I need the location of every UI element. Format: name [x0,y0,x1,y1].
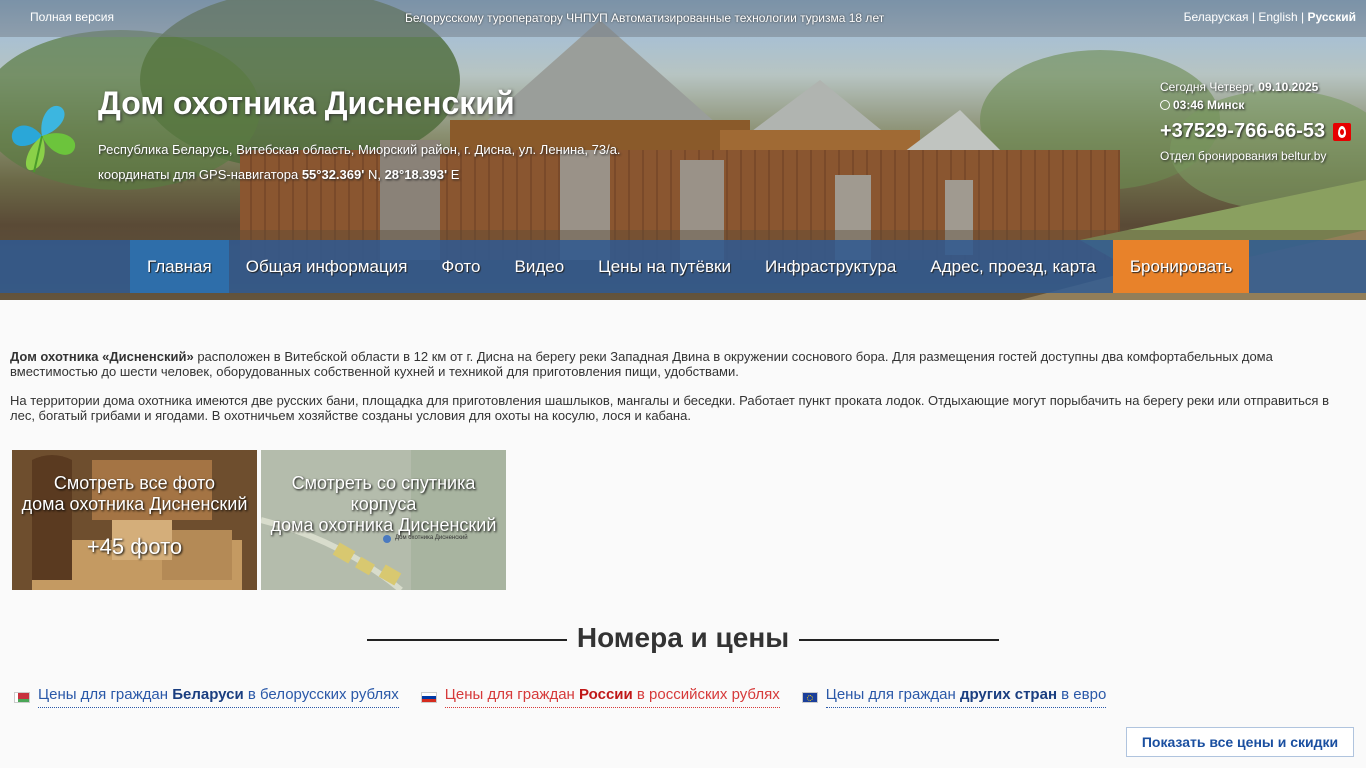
satellite-tile[interactable]: Смотреть со спутника корпуса дома охотни… [261,450,506,590]
eu-flag-icon [801,691,818,703]
top-bar: Полная версия Белорусскому туроператору … [0,0,1366,37]
intro-text: Дом охотника «Дисненский» расположен в В… [10,349,1356,437]
lang-ru-current: Русский [1307,10,1357,24]
photos-tile-text: Смотреть все фото дома охотника Дисненск… [21,473,248,514]
clock-icon [1160,100,1170,110]
nav-infrastructure[interactable]: Инфраструктура [748,240,913,293]
gps-lon: 28°18.393' [384,167,448,182]
russia-flag-icon [420,691,437,703]
lang-by-link[interactable]: Беларуская [1184,10,1249,24]
map-pin-label: Дом охотника Дисненский [395,535,468,541]
rooms-section-header: Номера и цены [0,620,1366,660]
today-date: Сегодня Четверг, 09.10.2025 [1160,80,1319,94]
rooms-title: Номера и цены [576,622,790,653]
intro-paragraph-1: Дом охотника «Дисненский» расположен в В… [10,349,1273,379]
mobile-operator-icon [1333,122,1352,141]
main-nav: Главная Общая информация Фото Видео Цены… [0,240,1366,293]
nav-video[interactable]: Видео [497,240,581,293]
interior-photo [12,450,257,590]
nav-book-button[interactable]: Бронировать [1112,240,1250,293]
price-links: Цены для граждан Беларуси в белорусских … [14,686,1107,708]
prices-other-link[interactable]: Цены для граждан других стран в евро [801,686,1107,708]
gps-lat: 55°32.369' [301,167,365,182]
satellite-tile-text: Смотреть со спутника корпуса дома охотни… [270,473,497,535]
photos-count: +45 фото [86,534,183,559]
prices-russia-link[interactable]: Цены для граждан России в российских руб… [420,686,780,708]
full-version-link[interactable]: Полная версия [30,10,114,24]
phone-number[interactable]: +37529-766-66-53 [1160,120,1360,143]
booking-department[interactable]: Отдел бронирования beltur.by [1160,149,1360,163]
gps-coordinates: координаты для GPS-навигатора 55°32.369'… [98,167,460,182]
lang-en-link[interactable]: English [1258,10,1297,24]
nav-general-info[interactable]: Общая информация [229,240,425,293]
current-time: 03:46 Минск [1160,98,1360,112]
address: Республика Беларусь, Витебская область, … [98,142,621,157]
intro-paragraph-2: На территории дома охотника имеются две … [10,393,1329,423]
language-switcher: Беларуская | English | Русский [1183,10,1357,24]
nav-address[interactable]: Адрес, проезд, карта [913,240,1113,293]
nav-photo[interactable]: Фото [424,240,497,293]
show-all-prices-button[interactable]: Показать все цены и скидки [1126,727,1354,757]
prices-belarus-link[interactable]: Цены для граждан Беларуси в белорусских … [14,686,399,708]
contact-info: Сегодня Четверг, 09.10.2025 03:46 Минск … [1160,80,1360,163]
nav-prices[interactable]: Цены на путёвки [581,240,748,293]
belarus-flag-icon [14,691,30,703]
photos-tile[interactable]: Смотреть все фото дома охотника Дисненск… [12,450,257,590]
clover-logo-icon[interactable] [8,98,80,174]
divider [799,639,999,641]
page-title: Дом охотника Дисненский [98,85,515,121]
anniversary-banner: Белорусскому туроператору ЧНПУП Автомати… [405,11,885,25]
nav-home[interactable]: Главная [130,240,229,293]
